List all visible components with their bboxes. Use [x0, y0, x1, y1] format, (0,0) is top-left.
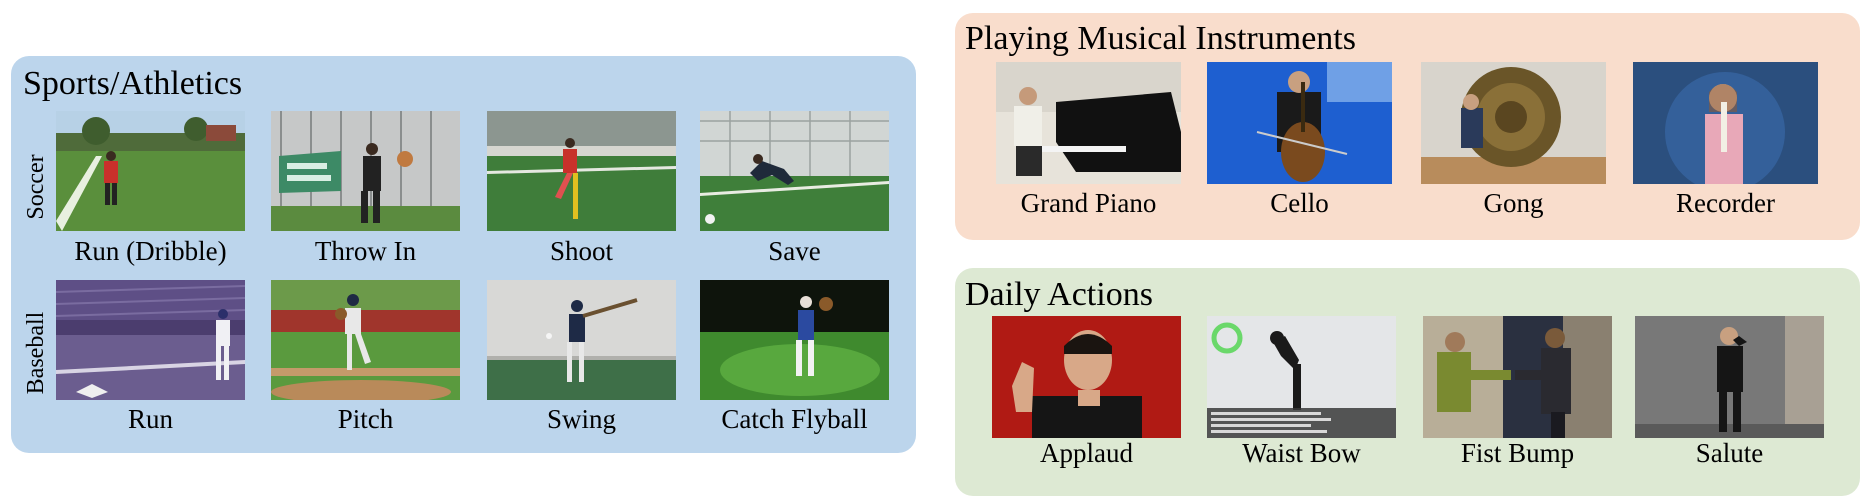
sports-athletics-panel: Sports/Athletics Soccer Baseball Run (Dr… [11, 56, 916, 453]
thumbnail-cello [1207, 62, 1392, 184]
thumbnail-grand-piano [996, 62, 1181, 184]
row-label-baseball: Baseball [23, 311, 49, 395]
thumbnail-soccer-run-dribble [56, 111, 245, 231]
caption-swing: Swing [546, 404, 617, 434]
thumbnail-baseball-catch-flyball [700, 280, 889, 400]
caption-run-dribble: Run (Dribble) [74, 236, 227, 266]
caption-salute: Salute [1695, 438, 1764, 468]
caption-shoot: Shoot [549, 236, 614, 266]
thumbnail-waist-bow [1207, 316, 1396, 438]
caption-save: Save [768, 236, 821, 266]
thumbnail-recorder [1633, 62, 1818, 184]
thumbnail-baseball-pitch [271, 280, 460, 400]
thumbnail-soccer-save [700, 111, 889, 231]
caption-fist-bump: Fist Bump [1460, 438, 1575, 468]
row-label-soccer: Soccer [23, 154, 49, 220]
caption-pitch: Pitch [337, 404, 394, 434]
thumbnail-salute [1635, 316, 1824, 438]
caption-cello: Cello [1270, 188, 1329, 218]
thumbnail-applaud [992, 316, 1181, 438]
thumbnail-gong [1421, 62, 1606, 184]
thumbnail-soccer-shoot [487, 111, 676, 231]
daily-actions-panel: Daily Actions Applaud Waist Bow Fist Bum… [955, 268, 1860, 496]
music-panel-title: Playing Musical Instruments [965, 20, 1356, 57]
musical-instruments-panel: Playing Musical Instruments Grand Piano … [955, 13, 1860, 240]
caption-applaud: Applaud [1040, 438, 1133, 468]
caption-run: Run [127, 404, 173, 434]
sports-panel-title: Sports/Athletics [23, 65, 243, 102]
caption-gong: Gong [1483, 188, 1544, 218]
thumbnail-baseball-swing [487, 280, 676, 400]
thumbnail-soccer-throw-in [271, 111, 460, 231]
thumbnail-baseball-run [56, 280, 245, 400]
caption-waist-bow: Waist Bow [1242, 438, 1361, 468]
caption-throw-in: Throw In [314, 236, 417, 266]
thumbnail-fist-bump [1423, 316, 1612, 438]
caption-grand-piano: Grand Piano [1020, 188, 1157, 218]
caption-recorder: Recorder [1676, 188, 1775, 218]
daily-panel-title: Daily Actions [965, 276, 1153, 313]
caption-catch-flyball: Catch Flyball [721, 404, 868, 434]
